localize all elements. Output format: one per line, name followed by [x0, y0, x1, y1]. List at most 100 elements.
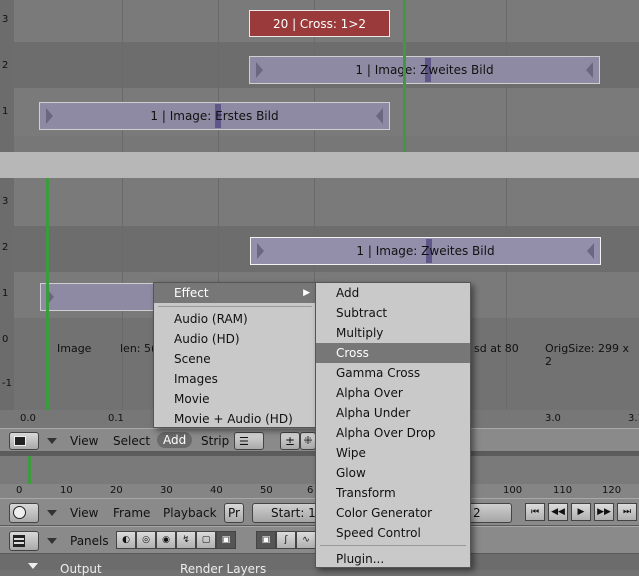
area-separator[interactable]	[0, 152, 639, 178]
jump-end-button[interactable]: ⏭	[617, 503, 637, 521]
menu-item-label: Wipe	[336, 446, 366, 460]
image-strip-zweites-bild-selected[interactable]: 1 | Image: Zweites Bild	[250, 237, 601, 265]
right-handle-icon[interactable]	[587, 243, 594, 259]
logic-context-icon[interactable]: ◐	[116, 531, 136, 549]
image-strip-zweites-bild[interactable]: 1 | Image: Zweites Bild	[249, 56, 600, 84]
effect-item-alpha-over[interactable]: Alpha Over	[316, 383, 470, 403]
object-context-icon[interactable]: ↯	[176, 531, 196, 549]
add-menu-item-movie[interactable]: Movie	[154, 389, 316, 409]
grid-snap-button[interactable]: ⁜	[300, 432, 316, 450]
left-handle-icon[interactable]	[257, 243, 264, 259]
editing-context-icon[interactable]: ▢	[196, 531, 216, 549]
display-mode-icon: ☰	[239, 435, 249, 448]
editor-type-button[interactable]	[9, 503, 39, 523]
collapse-menu-icon[interactable]	[47, 438, 57, 444]
collapse-menu-icon[interactable]	[47, 538, 57, 544]
effect-item-alpha-under[interactable]: Alpha Under	[316, 403, 470, 423]
strip-label: 1 | Image: Erstes Bild	[150, 109, 279, 123]
tick-label: 0	[16, 485, 23, 496]
scene-context-icon[interactable]: ▣	[216, 531, 236, 549]
strip-info-position: sd at 80	[474, 342, 519, 355]
image-strip-erstes-bild[interactable]	[40, 283, 160, 311]
add-menu-popup[interactable]: Effect ▶ Audio (RAM) Audio (HD) Scene Im…	[153, 282, 317, 428]
cross-effect-strip[interactable]: 20 | Cross: 1>2	[249, 10, 390, 37]
menu-panels[interactable]: Panels	[70, 534, 109, 548]
effect-item-plugin[interactable]: Plugin...	[316, 549, 470, 569]
playhead-line[interactable]	[403, 0, 406, 152]
add-menu-item-effect[interactable]: Effect ▶	[154, 283, 316, 303]
render-buttons-icon[interactable]: ▣	[256, 531, 276, 549]
effect-item-color-generator[interactable]: Color Generator	[316, 503, 470, 523]
effect-item-transform[interactable]: Transform	[316, 483, 470, 503]
channel-3-lane	[14, 178, 639, 226]
zoom-icon: ±	[284, 434, 296, 448]
menu-item-label: Cross	[336, 346, 369, 360]
anim-buttons-icon[interactable]: ʃ	[276, 531, 296, 549]
start-frame-field[interactable]: Start: 1	[252, 503, 318, 523]
top-sequencer-view[interactable]: 3 2 1 20 | Cross: 1>2 1 | Image: Zweites…	[0, 0, 639, 152]
add-menu-item-scene[interactable]: Scene	[154, 349, 316, 369]
tick-label: 100	[503, 485, 523, 496]
sound-buttons-icon[interactable]: ∿	[296, 531, 316, 549]
left-handle-icon[interactable]	[46, 108, 53, 124]
image-strip-erstes-bild[interactable]: 1 | Image: Erstes Bild	[39, 102, 390, 130]
collapse-menu-icon[interactable]	[47, 510, 57, 516]
effect-item-wipe[interactable]: Wipe	[316, 443, 470, 463]
panel-collapse-icon[interactable]	[28, 563, 38, 569]
add-menu-item-images[interactable]: Images	[154, 369, 316, 389]
menu-strip[interactable]: Strip	[201, 434, 229, 448]
editor-type-button[interactable]	[9, 531, 39, 551]
effect-item-alpha-over-drop[interactable]: Alpha Over Drop	[316, 423, 470, 443]
play-button[interactable]: ▶	[571, 503, 591, 521]
effect-item-cross[interactable]: Cross	[316, 343, 470, 363]
jump-keyframe-back-button[interactable]: ◀◀	[548, 503, 568, 521]
add-menu-item-audio-hd[interactable]: Audio (HD)	[154, 329, 316, 349]
pr-label: Pr	[228, 506, 240, 520]
effect-item-add[interactable]: Add	[316, 283, 470, 303]
tick-label: 0.1	[108, 413, 124, 424]
display-mode-button[interactable]: ☰	[234, 432, 264, 450]
effect-item-multiply[interactable]: Multiply	[316, 323, 470, 343]
jump-start-button[interactable]: ⏮	[525, 503, 545, 521]
menu-view[interactable]: View	[70, 506, 98, 520]
menu-item-label: Audio (RAM)	[174, 312, 248, 326]
effect-item-subtract[interactable]: Subtract	[316, 303, 470, 323]
effect-item-speed-control[interactable]: Speed Control	[316, 523, 470, 543]
effect-item-gamma-cross[interactable]: Gamma Cross	[316, 363, 470, 383]
menu-view[interactable]: View	[70, 434, 98, 448]
left-handle-icon[interactable]	[256, 62, 263, 78]
start-frame-value: Start: 1	[271, 506, 316, 520]
strip-label: 1 | Image: Zweites Bild	[355, 63, 494, 77]
submenu-arrow-icon: ▶	[303, 288, 310, 298]
menu-item-label: Alpha Over	[336, 386, 403, 400]
menu-select[interactable]: Select	[113, 434, 150, 448]
zoom-button[interactable]: ±	[280, 432, 300, 450]
menu-item-label: Scene	[174, 352, 211, 366]
right-handle-icon[interactable]	[376, 108, 383, 124]
editor-type-button[interactable]	[9, 432, 39, 450]
current-frame-field[interactable]: 2	[468, 503, 512, 523]
jump-keyframe-forward-button[interactable]: ▶▶	[594, 503, 614, 521]
preview-range-button[interactable]: Pr	[224, 503, 244, 523]
playhead-line[interactable]	[46, 178, 49, 410]
add-menu-item-movie-audio[interactable]: Movie + Audio (HD)	[154, 409, 316, 429]
effect-submenu-popup[interactable]: Add Subtract Multiply Cross Gamma Cross …	[315, 282, 471, 568]
menu-item-label: Alpha Over Drop	[336, 426, 436, 440]
panel-tab-output[interactable]: Output	[60, 562, 102, 576]
channel-number: -1	[2, 378, 12, 389]
add-menu-item-audio-ram[interactable]: Audio (RAM)	[154, 309, 316, 329]
shading-context-icon[interactable]: ◉	[156, 531, 176, 549]
menu-item-label: Multiply	[336, 326, 384, 340]
channel-number: 1	[2, 106, 9, 117]
timeline-playhead[interactable]	[28, 456, 31, 484]
menu-item-label: Effect	[174, 286, 209, 300]
menu-frame[interactable]: Frame	[113, 506, 150, 520]
right-handle-icon[interactable]	[586, 62, 593, 78]
menu-add[interactable]: Add	[157, 432, 193, 448]
menu-playback[interactable]: Playback	[163, 506, 217, 520]
tick-label: 10	[60, 485, 73, 496]
tick-label: 30	[160, 485, 173, 496]
panel-tab-render-layers[interactable]: Render Layers	[180, 562, 266, 576]
script-context-icon[interactable]: ◎	[136, 531, 156, 549]
effect-item-glow[interactable]: Glow	[316, 463, 470, 483]
